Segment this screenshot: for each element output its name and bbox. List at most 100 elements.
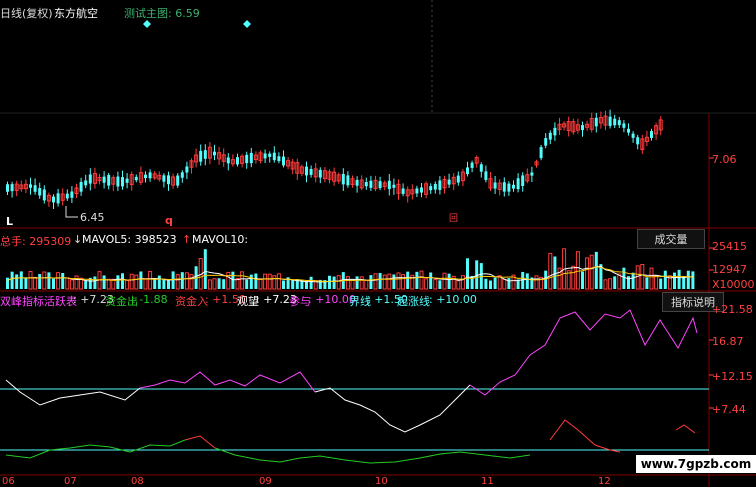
volume-bar [406, 271, 410, 289]
candle-body [420, 187, 423, 193]
volume-bar [33, 276, 38, 290]
candle-body [479, 164, 483, 172]
volume-bar [502, 278, 507, 290]
volume-bar [28, 270, 33, 290]
candle-body [116, 176, 120, 187]
candle-body [613, 118, 617, 126]
volume-bar [249, 274, 253, 289]
volume-bar [456, 280, 461, 290]
volume-bar [489, 280, 492, 289]
time-tick: 12 [598, 476, 611, 487]
volume-bar [359, 276, 364, 290]
candle-body [272, 152, 276, 161]
candle-body [364, 182, 368, 187]
volume-bar [263, 273, 268, 290]
candle-body [530, 172, 534, 176]
candle-body [263, 153, 267, 159]
candle-body [516, 178, 520, 190]
volume-bar [521, 271, 525, 289]
volume-bar [171, 271, 175, 289]
candle-body [438, 180, 442, 190]
volume-bar [438, 280, 442, 289]
volume-bar [272, 275, 277, 290]
candle-body [70, 191, 74, 198]
volume-bar [603, 279, 608, 290]
candle-body [608, 116, 612, 126]
candle-body [539, 147, 543, 159]
volume-bar [585, 257, 590, 290]
fund-in-line [549, 419, 621, 453]
volume-bar [571, 265, 576, 290]
volume-bar [61, 272, 65, 289]
volume-bar [553, 256, 557, 289]
volume-bar [350, 279, 355, 290]
candlestick-series [6, 109, 663, 210]
volume-bar [659, 278, 663, 289]
volume-axis-unit: X10000 [712, 278, 755, 291]
volume-bar [65, 277, 70, 290]
volume-bar [686, 270, 690, 289]
candle-body [447, 179, 451, 185]
volume-bar [640, 263, 645, 290]
volume-bar [475, 260, 479, 289]
price-axis-label: 7.06 [712, 153, 737, 166]
marker-q: q [165, 214, 173, 227]
candle-body [79, 181, 83, 192]
volume-bar [631, 272, 635, 289]
volume-bars [6, 248, 695, 290]
volume-bar [240, 271, 245, 290]
candle-body [456, 175, 460, 183]
volume-bar [153, 279, 157, 289]
candle-body [581, 125, 584, 131]
time-tick: 10 [375, 476, 388, 487]
time-tick: 06 [2, 476, 15, 487]
volume-bar [291, 280, 295, 289]
volume-bar [157, 275, 161, 289]
volume-bar [222, 279, 226, 289]
candle-body [125, 178, 129, 183]
candle-body [502, 182, 506, 192]
volume-bar [106, 278, 111, 290]
volume-bar [69, 279, 74, 290]
candle-body [29, 184, 32, 188]
volume-bar [24, 277, 28, 289]
volume-bar [121, 273, 124, 289]
volume-bar [38, 274, 42, 289]
volume-bar [212, 278, 217, 290]
volume-bar [466, 258, 469, 289]
fund-out-line [5, 439, 186, 459]
volume-bar [673, 272, 676, 289]
candle-body [167, 175, 170, 185]
candle-body [548, 132, 552, 140]
volume-axis-top: 25415 [712, 240, 747, 253]
candle-body [387, 180, 391, 190]
volume-bar [10, 271, 14, 289]
volume-bar [396, 272, 401, 290]
indicator-name[interactable]: 双峰指标 [0, 293, 44, 309]
marker-l: L [6, 215, 14, 228]
candle-body [553, 127, 557, 136]
candle-body [636, 137, 640, 145]
volume-bar [369, 275, 373, 289]
volume-bar [345, 276, 350, 290]
candle-body [102, 176, 106, 183]
volume-bar [447, 273, 451, 289]
mavol10-label: MAVOL10: [192, 233, 249, 246]
candle-body [236, 157, 239, 165]
volume-bar [691, 271, 695, 289]
candle-body [38, 188, 42, 196]
volume-bar [484, 278, 488, 289]
volume-bar [645, 277, 649, 289]
volume-axis-mid: 12947 [712, 263, 747, 276]
volume-button[interactable]: 成交量 [637, 229, 705, 249]
candle-body [213, 151, 216, 156]
volume-bar [355, 276, 359, 289]
candle-body [309, 169, 313, 175]
volume-bar [663, 270, 667, 289]
candle-body [144, 174, 147, 179]
volume-bar [102, 275, 106, 289]
candle-body [176, 175, 180, 186]
active-line [469, 309, 698, 396]
volume-bar [336, 275, 341, 290]
volume-bar [52, 278, 55, 289]
